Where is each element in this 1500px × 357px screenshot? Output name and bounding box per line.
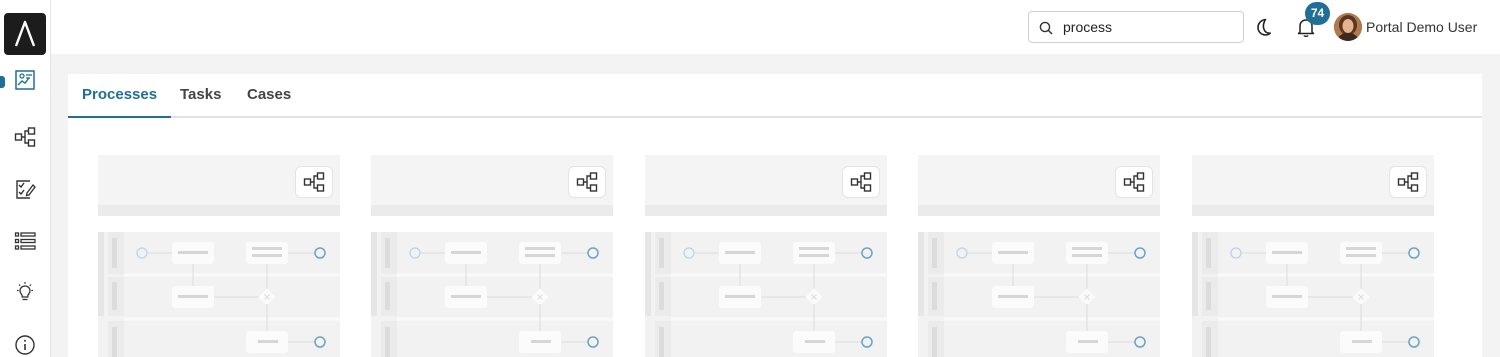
tab-label: Processes	[82, 86, 158, 103]
process-card-thumbnail	[645, 232, 887, 357]
task-check-icon	[16, 180, 36, 199]
process-card-header	[371, 155, 613, 216]
tab-cases[interactable]: Cases	[233, 74, 305, 118]
search-input[interactable]	[1063, 18, 1233, 36]
process-icon	[14, 127, 36, 147]
list-icon	[14, 232, 36, 250]
tab-label: Tasks	[180, 86, 222, 103]
card-divider	[98, 205, 340, 216]
process-card-thumbnail	[1192, 232, 1434, 357]
process-card-header	[1192, 155, 1434, 216]
process-type-button[interactable]	[842, 166, 880, 198]
process-card-thumbnail	[918, 232, 1160, 357]
process-diagram-thumbnail	[1192, 232, 1434, 357]
info-icon	[15, 335, 35, 355]
process-card-thumbnail	[371, 232, 613, 357]
process-card[interactable]	[1192, 155, 1434, 357]
card-divider	[1192, 205, 1434, 216]
process-type-button[interactable]	[1115, 166, 1153, 198]
logo-icon	[14, 20, 36, 47]
process-diagram-thumbnail	[918, 232, 1160, 357]
active-indicator	[0, 76, 5, 88]
notification-count-badge: 74	[1305, 2, 1330, 25]
process-card[interactable]	[371, 155, 613, 357]
dashboard-icon	[15, 70, 35, 90]
process-icon	[303, 172, 325, 192]
top-header: 74 Portal Demo User	[51, 0, 1500, 54]
process-icon	[1397, 172, 1419, 192]
card-divider	[918, 205, 1160, 216]
process-icon	[1123, 172, 1145, 192]
lightbulb-icon	[17, 282, 33, 301]
moon-icon	[1257, 18, 1271, 36]
user-photo-icon	[1334, 13, 1362, 41]
user-name: Portal Demo User	[1366, 19, 1478, 35]
search-results-panel: Processes Tasks Cases	[68, 74, 1482, 357]
sidebar-item-cases[interactable]	[13, 229, 37, 253]
sidebar-item-dashboard[interactable]	[13, 68, 37, 92]
dark-mode-toggle[interactable]	[1253, 15, 1277, 39]
sidebar	[0, 0, 51, 357]
app-logo[interactable]	[4, 13, 46, 55]
card-divider	[371, 205, 613, 216]
sidebar-item-processes[interactable]	[13, 125, 37, 149]
sidebar-item-tasks[interactable]	[13, 177, 37, 201]
process-card-header	[645, 155, 887, 216]
result-tabs: Processes Tasks Cases	[68, 74, 1482, 118]
process-diagram-thumbnail	[645, 232, 887, 357]
tab-processes[interactable]: Processes	[68, 74, 172, 118]
process-type-button[interactable]	[295, 166, 333, 198]
process-card[interactable]	[98, 155, 340, 357]
process-diagram-thumbnail	[98, 232, 340, 357]
sidebar-item-info[interactable]	[13, 333, 37, 357]
sidebar-item-ideas[interactable]	[13, 280, 37, 304]
process-type-button[interactable]	[1389, 166, 1427, 198]
user-menu[interactable]: Portal Demo User	[1334, 12, 1477, 42]
global-search[interactable]	[1028, 11, 1244, 43]
search-icon	[1039, 21, 1053, 35]
avatar	[1334, 13, 1362, 41]
process-card-header	[918, 155, 1160, 216]
process-card[interactable]	[645, 155, 887, 357]
tab-tasks[interactable]: Tasks	[166, 74, 235, 118]
process-card-thumbnail	[98, 232, 340, 357]
process-icon	[576, 172, 598, 192]
process-icon	[850, 172, 872, 192]
tab-label: Cases	[247, 86, 292, 103]
process-card[interactable]	[918, 155, 1160, 357]
card-divider	[645, 205, 887, 216]
process-type-button[interactable]	[568, 166, 606, 198]
process-card-header	[98, 155, 340, 216]
process-diagram-thumbnail	[371, 232, 613, 357]
